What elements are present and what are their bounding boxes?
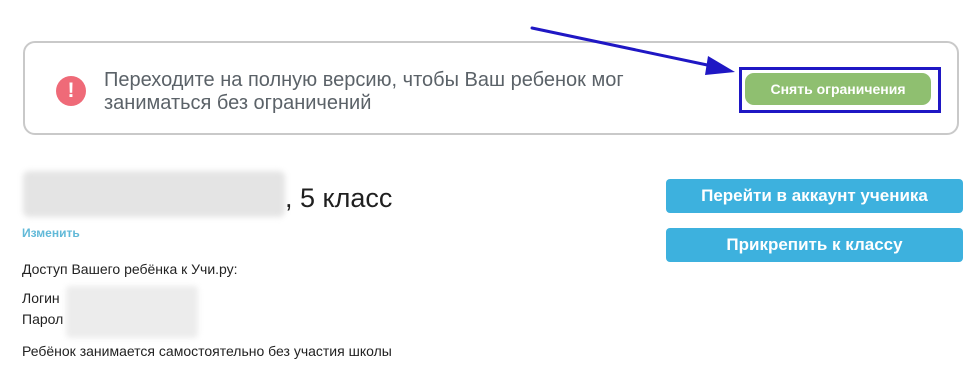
password-label: Парол — [22, 311, 64, 327]
exclamation-icon: ! — [56, 76, 86, 106]
student-class: , 5 класс — [285, 183, 393, 213]
go-to-student-account-button[interactable]: Перейти в аккаунт ученика — [666, 179, 963, 213]
school-status-text: Ребёнок занимается самостоятельно без уч… — [22, 343, 392, 359]
access-heading: Доступ Вашего ребёнка к Учи.ру: — [22, 261, 238, 277]
remove-restrictions-button[interactable]: Снять ограничения — [745, 73, 931, 105]
notice-text: Переходите на полную версию, чтобы Ваш р… — [104, 69, 624, 114]
attach-to-class-button[interactable]: Прикрепить к классу — [666, 228, 963, 262]
upgrade-notice: ! Переходите на полную версию, чтобы Ваш… — [23, 41, 959, 135]
credentials-redacted — [66, 286, 198, 338]
login-label: Логин — [22, 290, 60, 306]
student-name-redacted — [23, 171, 285, 217]
edit-link[interactable]: Изменить — [22, 226, 80, 240]
